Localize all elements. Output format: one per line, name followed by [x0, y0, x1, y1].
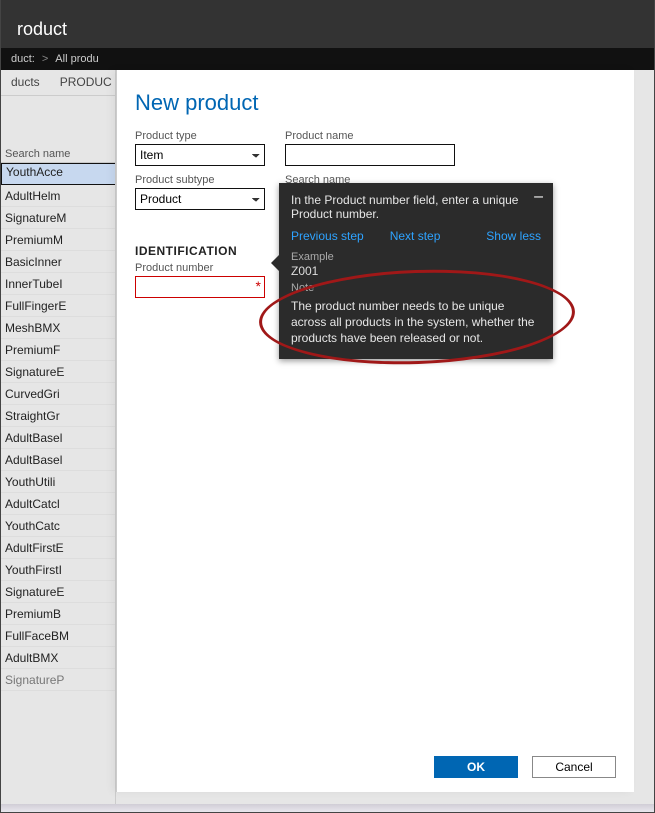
product-name-input[interactable] — [285, 144, 455, 166]
tooltip-pointer-icon — [271, 255, 279, 271]
cancel-button[interactable]: Cancel — [532, 756, 616, 778]
table-row[interactable]: AdultBMX — [1, 647, 115, 669]
table-row[interactable]: YouthUtili — [1, 471, 115, 493]
table-row[interactable]: InnerTubeI — [1, 273, 115, 295]
table-row[interactable]: PremiumB — [1, 603, 115, 625]
tab-strip: ducts PRODUC — [1, 70, 115, 96]
grid-column-header[interactable]: Search name — [1, 146, 115, 163]
table-row[interactable]: AdultCatcl — [1, 493, 115, 515]
table-row[interactable]: PremiumF — [1, 339, 115, 361]
footer-shadow — [1, 804, 654, 812]
product-subtype-select[interactable]: Product — [135, 188, 265, 210]
table-row[interactable]: YouthCatc — [1, 515, 115, 537]
table-row[interactable]: SignatureE — [1, 581, 115, 603]
title-bar: roduct — [1, 0, 654, 48]
new-product-dialog: New product Product type Item Product na… — [116, 70, 634, 792]
product-name-label: Product name — [285, 130, 455, 142]
product-number-label: Product number — [135, 262, 265, 274]
previous-step-link[interactable]: Previous step — [291, 229, 364, 243]
ok-button[interactable]: OK — [434, 756, 518, 778]
table-row[interactable]: FullFaceBM — [1, 625, 115, 647]
product-grid-panel: ducts PRODUC Search name YouthAcceAdultH… — [1, 70, 116, 812]
task-recorder-tooltip: – In the Product number field, enter a u… — [279, 183, 553, 359]
table-row[interactable]: AdultBasel — [1, 427, 115, 449]
product-subtype-label: Product subtype — [135, 174, 265, 186]
note-label: Note — [291, 282, 541, 294]
app-title: roduct — [17, 19, 67, 48]
product-number-input[interactable] — [135, 276, 265, 298]
breadcrumb-part[interactable]: duct: — [7, 53, 39, 65]
breadcrumb-part[interactable]: All produ — [51, 53, 102, 65]
example-label: Example — [291, 251, 541, 263]
table-row[interactable]: PremiumM — [1, 229, 115, 251]
table-row[interactable]: FullFingerE — [1, 295, 115, 317]
table-row[interactable]: YouthFirstI — [1, 559, 115, 581]
table-row[interactable]: MeshBMX — [1, 317, 115, 339]
table-row[interactable]: SignatureM — [1, 207, 115, 229]
tab-products[interactable]: ducts — [1, 70, 50, 95]
chevron-right-icon: > — [39, 53, 51, 65]
collapse-icon[interactable]: – — [534, 189, 543, 205]
table-row[interactable]: AdultFirstE — [1, 537, 115, 559]
grid-body: YouthAcceAdultHelmSignatureMPremiumMBasi… — [1, 163, 115, 691]
show-less-link[interactable]: Show less — [486, 229, 541, 243]
tab-product[interactable]: PRODUC — [50, 70, 116, 95]
table-row[interactable]: YouthAcce — [1, 163, 116, 185]
tooltip-instruction: In the Product number field, enter a uni… — [291, 193, 541, 221]
required-icon: * — [256, 278, 261, 294]
dialog-title: New product — [135, 90, 616, 116]
table-row[interactable]: SignatureP — [1, 669, 115, 691]
next-step-link[interactable]: Next step — [390, 229, 441, 243]
product-type-select[interactable]: Item — [135, 144, 265, 166]
note-text: The product number needs to be unique ac… — [291, 298, 541, 347]
table-row[interactable]: CurvedGri — [1, 383, 115, 405]
table-row[interactable]: AdultBasel — [1, 449, 115, 471]
identification-section-header: IDENTIFICATION — [135, 244, 265, 258]
example-value: Z001 — [291, 264, 541, 278]
table-row[interactable]: AdultHelm — [1, 185, 115, 207]
table-row[interactable]: BasicInner — [1, 251, 115, 273]
product-type-label: Product type — [135, 130, 265, 142]
breadcrumb: duct: > All produ — [1, 48, 654, 70]
table-row[interactable]: SignatureE — [1, 361, 115, 383]
table-row[interactable]: StraightGr — [1, 405, 115, 427]
